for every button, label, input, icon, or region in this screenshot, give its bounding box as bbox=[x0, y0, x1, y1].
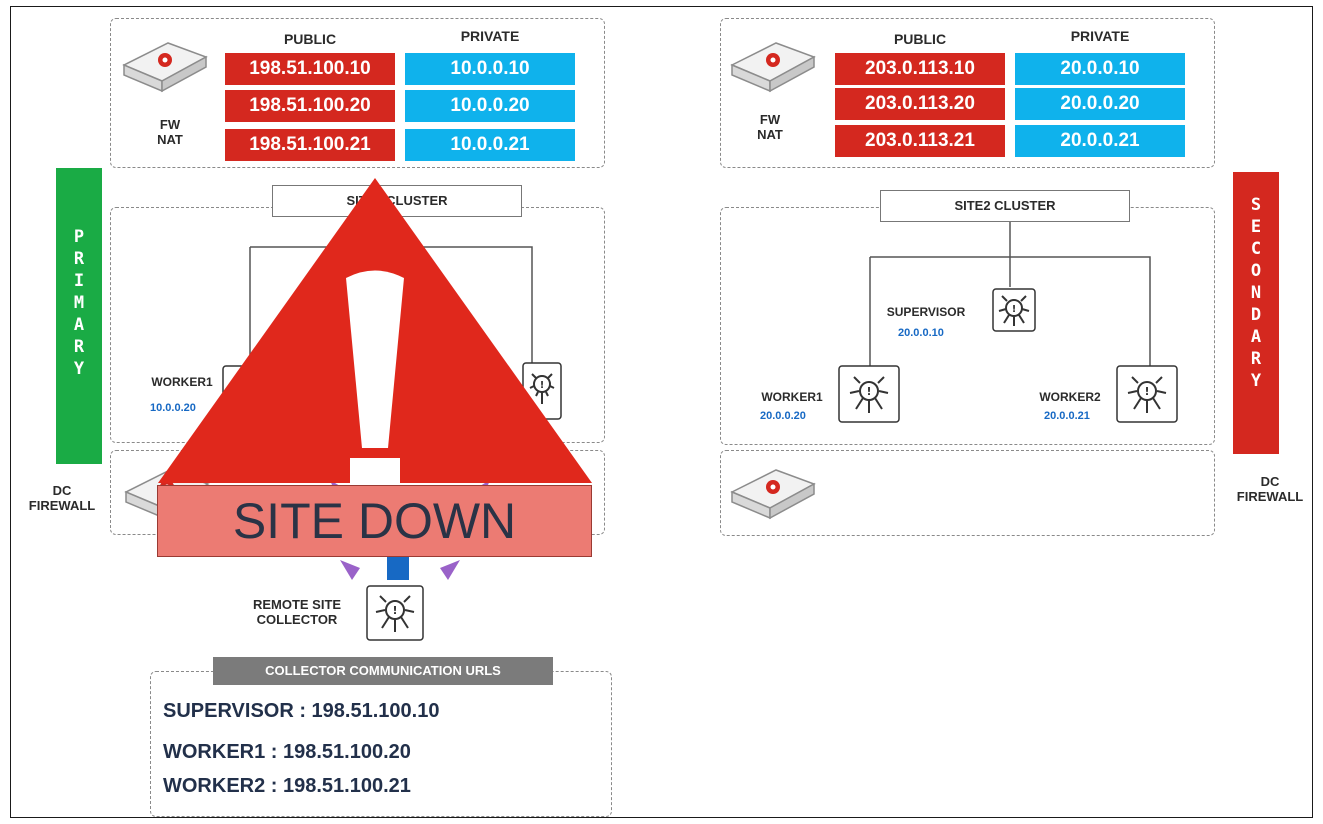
site2-worker1-ip: 20.0.0.20 bbox=[760, 410, 806, 422]
primary-banner: PRIMARY bbox=[56, 168, 102, 464]
site1-dc-label-2: FIREWALL bbox=[28, 498, 96, 513]
remote-collector-node-icon: ! bbox=[366, 585, 424, 641]
fw-nat-label-1: FW bbox=[759, 112, 781, 127]
private-ip-3: 10.0.0.21 bbox=[405, 129, 575, 161]
public-ip-1: 198.51.100.10 bbox=[225, 53, 395, 85]
site2-cluster-title: SITE2 CLUSTER bbox=[880, 190, 1130, 222]
site2-supervisor-node-icon: ! bbox=[992, 288, 1036, 332]
fw-nat-label-1: FW bbox=[159, 117, 181, 132]
public-header: PUBLIC bbox=[283, 31, 337, 47]
site2-dc-label-2: FIREWALL bbox=[1236, 489, 1304, 504]
secondary-banner-text: SECONDARY bbox=[1250, 195, 1262, 391]
svg-text:!: ! bbox=[392, 604, 397, 617]
firewall-icon bbox=[122, 42, 208, 93]
svg-text:!: ! bbox=[1144, 385, 1149, 398]
site2-supervisor-ip: 20.0.0.10 bbox=[898, 327, 944, 339]
site2-worker2-node-icon: ! bbox=[1116, 365, 1178, 423]
fw-nat-label-2: NAT bbox=[757, 127, 783, 142]
remote-collector-label-1: REMOTE SITE bbox=[252, 597, 342, 612]
site2-worker2-label: WORKER2 bbox=[1039, 390, 1101, 404]
site2-worker1-label: WORKER1 bbox=[761, 390, 823, 404]
collector-url-supervisor: SUPERVISOR : 198.51.100.10 bbox=[163, 700, 440, 722]
public-ip-2: 203.0.113.20 bbox=[835, 88, 1005, 120]
public-ip-2: 198.51.100.20 bbox=[225, 90, 395, 122]
private-ip-1: 20.0.0.10 bbox=[1015, 53, 1185, 85]
collector-url-worker1: WORKER1 : 198.51.100.20 bbox=[163, 741, 411, 763]
site2-supervisor-label: SUPERVISOR bbox=[886, 305, 966, 319]
svg-text:!: ! bbox=[1012, 304, 1017, 315]
site-down-text: SITE DOWN bbox=[232, 493, 517, 549]
private-ip-3: 20.0.0.21 bbox=[1015, 125, 1185, 157]
public-ip-1: 203.0.113.10 bbox=[835, 53, 1005, 85]
site-down-banner: SITE DOWN bbox=[157, 485, 592, 557]
private-ip-2: 20.0.0.20 bbox=[1015, 88, 1185, 120]
public-header: PUBLIC bbox=[893, 31, 947, 47]
private-header: PRIVATE bbox=[1070, 28, 1130, 44]
public-ip-3: 198.51.100.21 bbox=[225, 129, 395, 161]
site1-dc-label-1: DC bbox=[52, 483, 72, 498]
remote-collector-label-2: COLLECTOR bbox=[256, 612, 338, 627]
collector-url-worker2: WORKER2 : 198.51.100.21 bbox=[163, 775, 411, 797]
collector-urls-title: COLLECTOR COMMUNICATION URLS bbox=[213, 657, 553, 685]
primary-banner-text: PRIMARY bbox=[73, 227, 85, 379]
secondary-banner: SECONDARY bbox=[1233, 172, 1279, 454]
dc-firewall-icon bbox=[730, 469, 816, 520]
site2-worker2-ip: 20.0.0.21 bbox=[1044, 410, 1090, 422]
site2-dc-label-1: DC bbox=[1260, 474, 1280, 489]
private-ip-1: 10.0.0.10 bbox=[405, 53, 575, 85]
private-ip-2: 10.0.0.20 bbox=[405, 90, 575, 122]
site2-worker1-node-icon: ! bbox=[838, 365, 900, 423]
private-header: PRIVATE bbox=[460, 28, 520, 44]
svg-text:!: ! bbox=[866, 385, 871, 398]
fw-nat-label-2: NAT bbox=[157, 132, 183, 147]
firewall-icon bbox=[730, 42, 816, 93]
public-ip-3: 203.0.113.21 bbox=[835, 125, 1005, 157]
